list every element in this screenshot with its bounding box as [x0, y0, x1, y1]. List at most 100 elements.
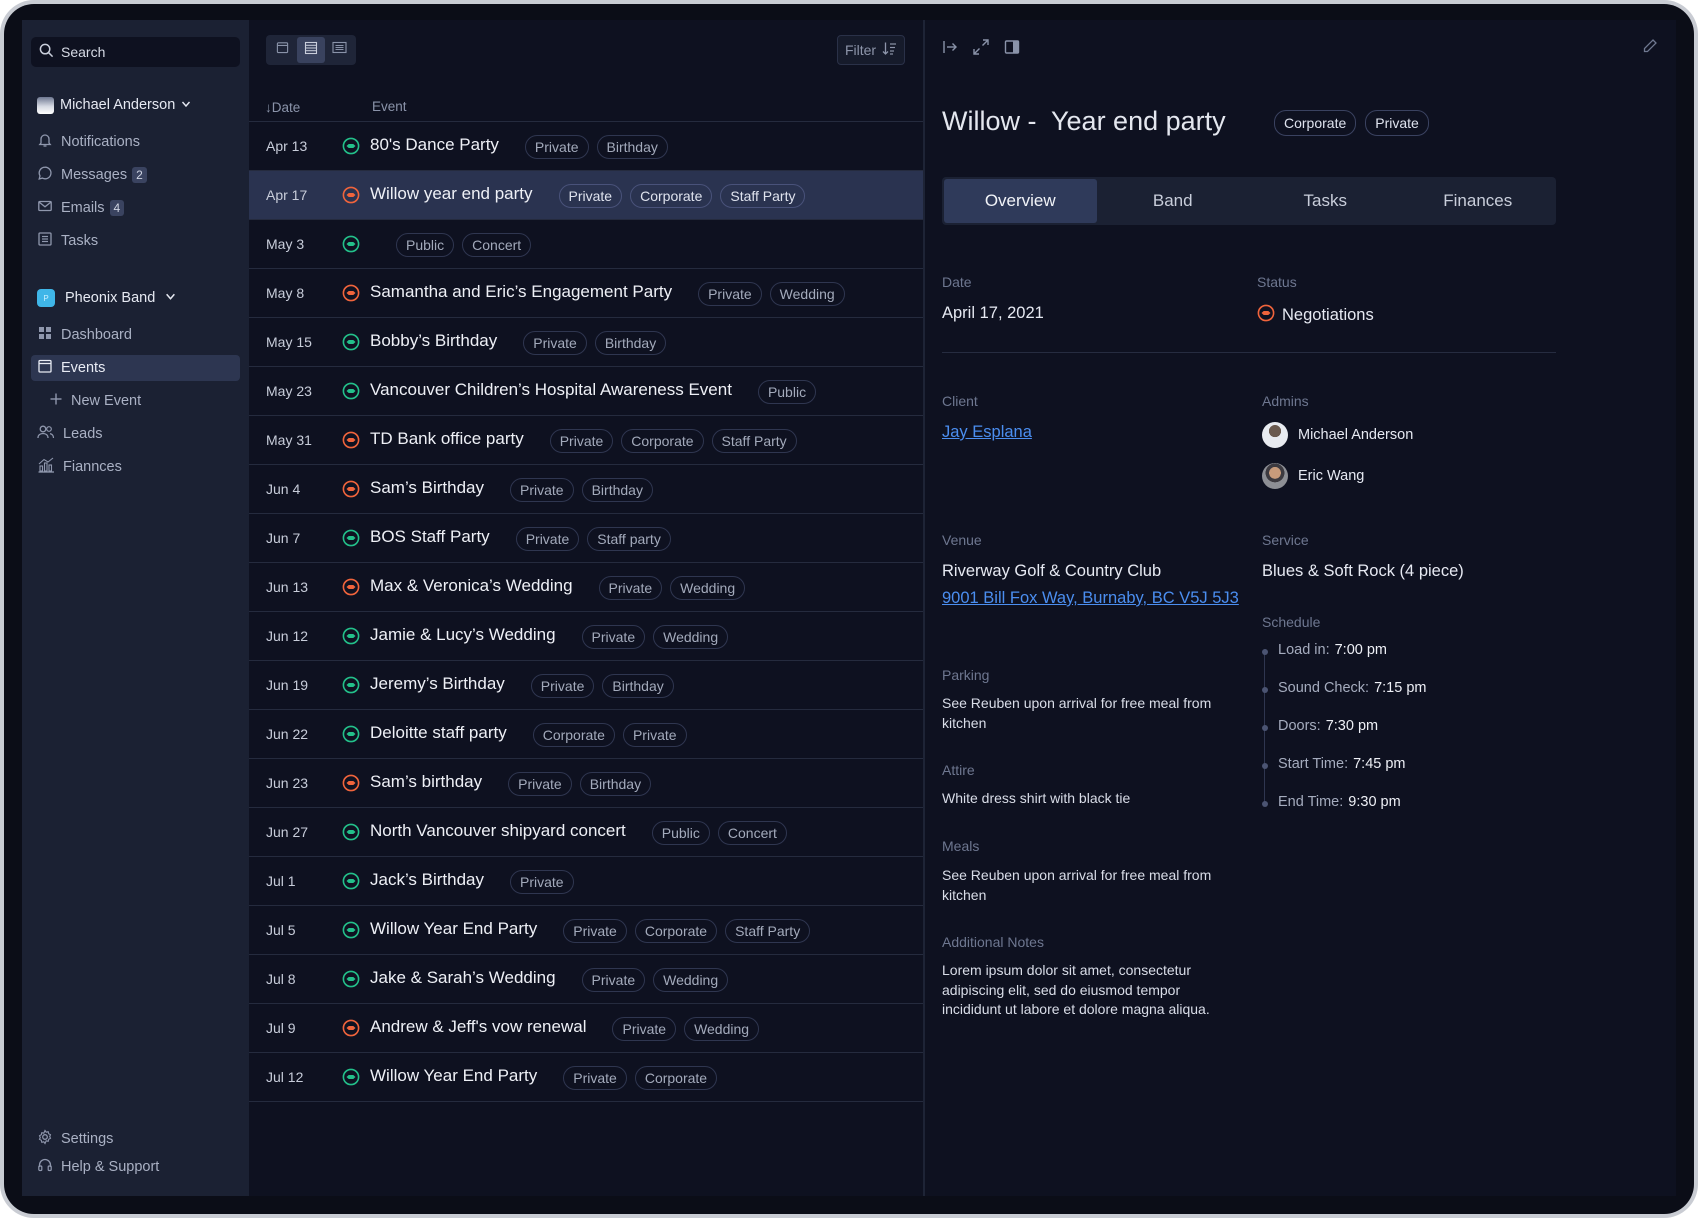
date-label: Date — [942, 274, 972, 290]
sidebar-item-messages[interactable]: Messages 2 — [31, 162, 240, 188]
event-row[interactable]: Jul 5 Willow Year End Party Private Corpora… — [249, 906, 923, 955]
sidebar-item-dashboard[interactable]: Dashboard — [31, 322, 240, 348]
attire-label: Attire — [942, 762, 975, 778]
calendar-view-button[interactable] — [268, 37, 297, 63]
event-row[interactable]: Jun 12 Jamie & Lucy’s Wedding Private Weddi… — [249, 612, 923, 661]
event-title: Willow Year End Party — [370, 1066, 538, 1085]
calendar-icon — [276, 41, 289, 59]
event-row[interactable]: Jun 4 Sam’s Birthday Private Birthday — [249, 465, 923, 514]
event-date: May 31 — [266, 432, 312, 448]
band-switcher[interactable]: P Pheonix Band — [31, 286, 240, 310]
sidebar-item-label: Fiannces — [63, 459, 122, 475]
tasks-icon — [37, 231, 53, 251]
negotiation-status-icon — [342, 774, 360, 792]
sidebar-item-label: Messages — [61, 167, 128, 183]
event-title: Jeremy’s Birthday — [370, 674, 505, 693]
event-row[interactable]: Jul 8 Jake & Sarah’s Wedding Private Weddin… — [249, 955, 923, 1004]
sidebar-item-events[interactable]: Events — [31, 355, 240, 381]
tag: Birthday — [594, 331, 667, 355]
tag: Private — [549, 429, 614, 453]
page-title: Willow - Year end party — [942, 106, 1226, 136]
event-tags: Private Birthday — [523, 331, 667, 355]
meals-value: See Reuben upon arrival for free meal fr… — [942, 867, 1212, 903]
event-title: 80's Dance Party — [370, 135, 499, 154]
sidebar-item-leads[interactable]: Leads — [31, 421, 240, 447]
event-row[interactable]: May 23 Vancouver Children’s Hospital Awar… — [249, 367, 923, 416]
sort-icon — [882, 41, 897, 59]
event-date: May 23 — [266, 383, 312, 399]
event-column-header[interactable]: Event — [372, 99, 407, 114]
unread-badge: 2 — [132, 167, 147, 183]
event-row[interactable]: May 8 Samantha and Eric’s Engagement Part… — [249, 269, 923, 318]
event-row[interactable]: Jun 23 Sam’s birthday Private Birthday — [249, 759, 923, 808]
event-title: Jamie & Lucy’s Wedding — [370, 625, 556, 644]
list-view-button[interactable] — [296, 37, 326, 63]
event-row[interactable]: May 3 Public Concert — [249, 220, 923, 269]
sidebar-item-emails[interactable]: Emails 4 — [31, 195, 240, 221]
event-tags: Private Corporate Staff Party — [549, 429, 797, 453]
search-input[interactable]: Search — [31, 37, 240, 67]
admin-name: Eric Wang — [1298, 468, 1365, 484]
date-value: April 17, 2021 — [942, 304, 1044, 322]
event-title: Deloitte staff party — [370, 723, 507, 742]
tag: Corporate — [630, 184, 713, 208]
sidebar-item-settings[interactable]: Settings — [31, 1126, 240, 1152]
schedule-item: Doors: 7:30 pm — [1278, 718, 1378, 734]
event-tags: Private Wedding — [612, 1017, 760, 1041]
split-view-button[interactable] — [1004, 38, 1020, 61]
tab-finances[interactable]: Finances — [1402, 179, 1555, 223]
search-icon — [39, 43, 54, 61]
edit-button[interactable] — [1642, 38, 1658, 59]
sidebar: Search Michael Anderson Notifications Me… — [22, 20, 249, 1196]
tag: Concert — [462, 233, 532, 257]
detail-view-button[interactable] — [325, 37, 354, 63]
event-row[interactable]: Jun 22 Deloitte staff party Corporate Priva… — [249, 710, 923, 759]
tab-tasks[interactable]: Tasks — [1249, 179, 1402, 223]
event-row[interactable]: Apr 17 Willow year end party Private Corpor… — [249, 171, 923, 220]
event-row[interactable]: Jun 7 BOS Staff Party Private Staff party — [249, 514, 923, 563]
venue-address-link[interactable]: 9001 Bill Fox Way, Burnaby, BC V5J 5J3 — [942, 589, 1239, 608]
tag: Private — [581, 625, 646, 649]
venue-label: Venue — [942, 532, 982, 548]
sidebar-item-notifications[interactable]: Notifications — [31, 129, 240, 155]
tag: Wedding — [670, 576, 746, 600]
tab-overview[interactable]: Overview — [944, 179, 1097, 223]
event-tags: Private Wedding — [581, 968, 729, 992]
tab-band[interactable]: Band — [1097, 179, 1250, 223]
tag: Private — [612, 1017, 677, 1041]
collapse-panel-button[interactable] — [942, 38, 958, 61]
date-column-header[interactable]: ↓Date — [265, 100, 300, 115]
event-row[interactable]: Jun 19 Jeremy’s Birthday Private Birthday — [249, 661, 923, 710]
event-row[interactable]: Jun 13 Max & Veronica’s Wedding Private Wed… — [249, 563, 923, 612]
event-row[interactable]: May 31 TD Bank office party Private Corpora… — [249, 416, 923, 465]
client-link[interactable]: Jay Esplana — [942, 423, 1032, 442]
tag: Staff party — [587, 527, 671, 551]
schedule-item-time: 7:45 pm — [1353, 756, 1406, 772]
sidebar-item-help[interactable]: Help & Support — [31, 1154, 240, 1180]
event-date: Jul 8 — [266, 971, 296, 987]
event-row[interactable]: Jul 12 Willow Year End Party Private Corpor… — [249, 1053, 923, 1102]
schedule-item-time: 7:30 pm — [1325, 718, 1379, 734]
expand-button[interactable] — [972, 38, 990, 61]
sidebar-item-new-event[interactable]: New Event — [31, 388, 240, 414]
sidebar-item-tasks[interactable]: Tasks — [31, 228, 240, 254]
schedule-item: End Time: 9:30 pm — [1278, 794, 1401, 810]
negotiation-status-icon — [1257, 304, 1275, 327]
event-row[interactable]: Apr 13 80's Dance Party Private Birthday — [249, 122, 923, 171]
negotiation-status-icon — [342, 186, 360, 204]
tag: Staff Party — [711, 429, 797, 453]
schedule-item-label: Doors: — [1278, 718, 1321, 734]
filter-button[interactable]: Filter — [837, 35, 905, 65]
schedule-item: Load in: 7:00 pm — [1278, 642, 1387, 658]
sidebar-item-label: Help & Support — [61, 1159, 160, 1175]
event-tags: Private Corporate Staff Party — [558, 184, 806, 208]
event-row[interactable]: May 15 Bobby’s Birthday Private Birthday — [249, 318, 923, 367]
event-row[interactable]: Jul 9 Andrew & Jeff's vow renewal Private W… — [249, 1004, 923, 1053]
event-date: Apr 17 — [266, 187, 308, 203]
user-menu[interactable]: Michael Anderson — [31, 93, 240, 117]
sidebar-item-finances[interactable]: Fiannces — [31, 454, 240, 480]
event-row[interactable]: Jul 1 Jack’s Birthday Private — [249, 857, 923, 906]
event-row[interactable]: Jun 27 North Vancouver shipyard concert Pu… — [249, 808, 923, 857]
tag: Private — [523, 331, 587, 355]
user-name: Michael Anderson — [60, 97, 176, 113]
